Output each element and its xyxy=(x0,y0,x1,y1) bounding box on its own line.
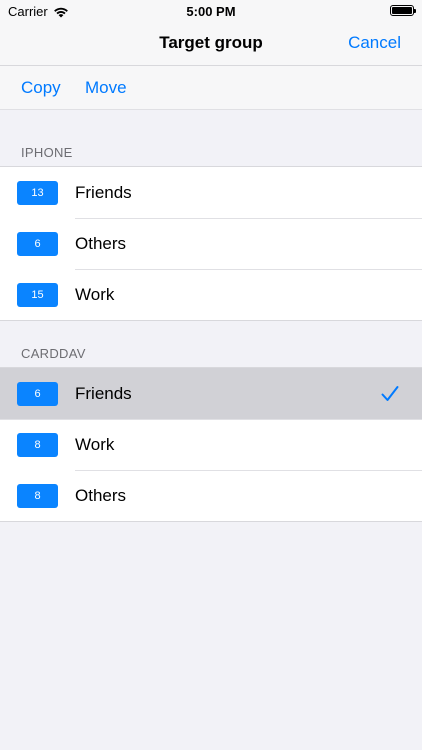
group-row-carddav-friends[interactable]: 6 Friends xyxy=(0,368,422,419)
group-row-iphone-work[interactable]: 15 Work xyxy=(0,269,422,320)
group-count-badge: 8 xyxy=(17,432,58,457)
move-button[interactable]: Move xyxy=(85,78,127,98)
battery-fill xyxy=(392,7,412,14)
copy-button[interactable]: Copy xyxy=(21,78,61,98)
section-header-carddav: CARDDAV xyxy=(21,346,86,361)
group-count-badge: 6 xyxy=(17,231,58,256)
action-toolbar: Copy Move xyxy=(0,66,422,110)
group-count-badge: 8 xyxy=(17,483,58,508)
screen: Carrier 5:00 PM Target group Cancel Copy… xyxy=(0,0,422,750)
group-label: Others xyxy=(75,233,127,253)
group-label: Work xyxy=(75,284,115,304)
group-label: Friends xyxy=(75,383,132,403)
group-row-carddav-others[interactable]: 8 Others xyxy=(0,470,422,521)
battery-nub xyxy=(414,9,416,13)
section-carddav: 6 Friends 8 Work 8 Others xyxy=(0,367,422,522)
navigation-bar: Target group Cancel xyxy=(0,22,422,66)
status-bar: Carrier 5:00 PM xyxy=(0,0,422,22)
group-row-iphone-friends[interactable]: 13 Friends xyxy=(0,167,422,218)
group-label: Friends xyxy=(75,182,132,202)
section-header-iphone: IPHONE xyxy=(21,145,73,160)
group-row-iphone-others[interactable]: 6 Others xyxy=(0,218,422,269)
group-count-badge: 15 xyxy=(17,282,58,307)
section-iphone: 13 Friends 6 Others 15 Work xyxy=(0,166,422,321)
status-time: 5:00 PM xyxy=(186,4,236,19)
group-row-carddav-work[interactable]: 8 Work xyxy=(0,419,422,470)
group-label: Others xyxy=(75,485,127,505)
group-count-badge: 13 xyxy=(17,180,58,205)
group-label: Work xyxy=(75,434,115,454)
checkmark-icon xyxy=(381,385,399,401)
cancel-button[interactable]: Cancel xyxy=(348,33,401,53)
battery-icon xyxy=(390,5,416,16)
group-count-badge: 6 xyxy=(17,381,58,406)
